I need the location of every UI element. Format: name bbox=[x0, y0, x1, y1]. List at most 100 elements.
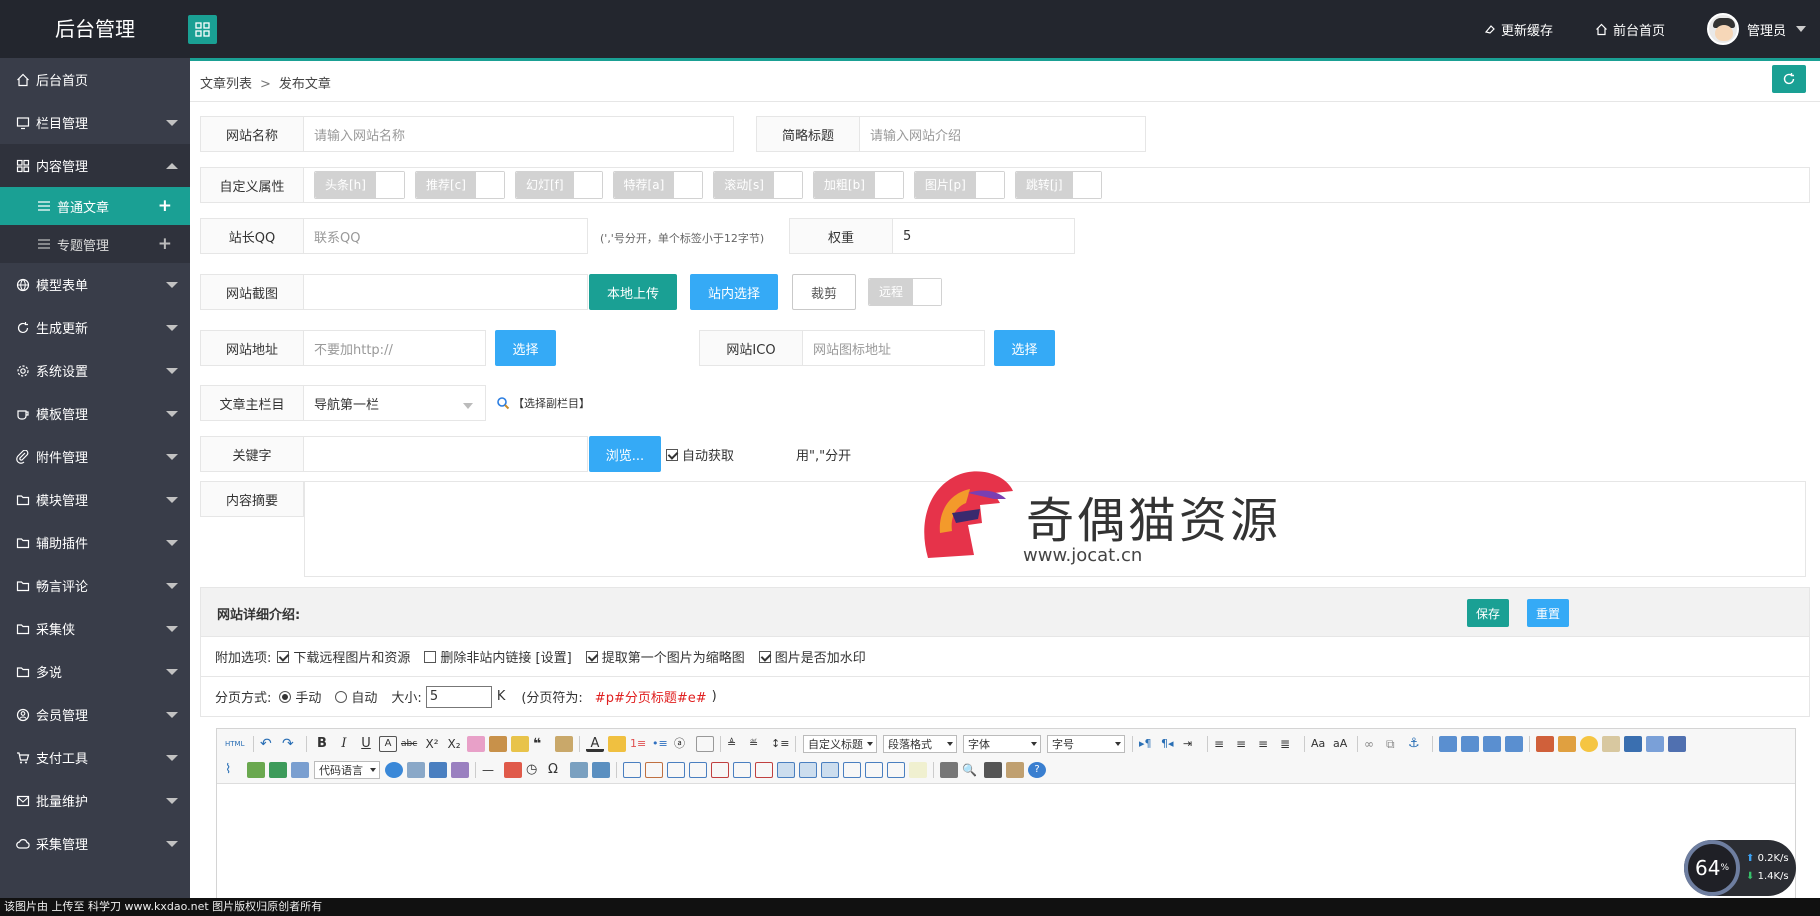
site-name-input[interactable]: 请输入网站名称 bbox=[304, 116, 734, 152]
font-family-select[interactable]: 字体 bbox=[963, 735, 1041, 753]
sidebar-item-batch[interactable]: 批量维护 bbox=[0, 779, 190, 822]
undo-icon[interactable]: ↶ bbox=[260, 736, 278, 752]
code-language-select[interactable]: 代码语言 bbox=[314, 761, 380, 779]
uppercase-icon[interactable]: Aa bbox=[1311, 736, 1329, 752]
font-color-icon[interactable]: A bbox=[586, 736, 604, 752]
download-remote-checkbox[interactable] bbox=[277, 650, 290, 663]
gmap-icon[interactable] bbox=[269, 762, 287, 778]
local-upload-button[interactable]: 本地上传 bbox=[589, 274, 677, 310]
clear-cache-link[interactable]: 更新缓存 bbox=[1484, 20, 1553, 39]
sidebar-item-columns[interactable]: 栏目管理 bbox=[0, 101, 190, 144]
web-app-icon[interactable] bbox=[385, 762, 403, 778]
scrawl-icon[interactable] bbox=[1602, 736, 1620, 752]
breadcrumb-parent[interactable]: 文章列表 bbox=[200, 77, 252, 92]
first-image-thumb-checkbox[interactable] bbox=[585, 650, 598, 663]
unordered-list-icon[interactable]: •≡ bbox=[652, 736, 670, 752]
delete-table-icon[interactable] bbox=[645, 762, 663, 778]
sidebar-subitem-articles[interactable]: 普通文章 + bbox=[0, 187, 190, 225]
plus-icon[interactable]: + bbox=[158, 234, 172, 254]
delete-row-icon[interactable] bbox=[711, 762, 729, 778]
image-right-icon[interactable] bbox=[1483, 736, 1501, 752]
eraser-icon[interactable] bbox=[467, 736, 485, 752]
flag-switch-bold[interactable]: 加粗[b] bbox=[812, 171, 904, 199]
font-border-icon[interactable]: A bbox=[379, 736, 397, 752]
link-icon[interactable]: ∞ bbox=[1364, 736, 1382, 752]
simple-upload-icon[interactable] bbox=[1536, 736, 1554, 752]
horizontal-rule-icon[interactable]: — bbox=[482, 762, 500, 778]
unlink-icon[interactable]: ⧉ bbox=[1386, 736, 1404, 752]
paging-auto-radio[interactable] bbox=[335, 690, 348, 703]
merge-down-icon[interactable] bbox=[821, 762, 839, 778]
screenshot-input[interactable] bbox=[304, 274, 588, 310]
image-left-icon[interactable] bbox=[1461, 736, 1479, 752]
weight-input[interactable]: 5 bbox=[893, 218, 1075, 254]
snapscreen-icon[interactable] bbox=[592, 762, 610, 778]
flag-switch-recommend[interactable]: 推荐[c] bbox=[414, 171, 505, 199]
insert-table-icon[interactable] bbox=[623, 762, 641, 778]
flag-switch-headline[interactable]: 头条[h] bbox=[314, 171, 405, 199]
plus-icon[interactable]: + bbox=[158, 196, 172, 216]
frontend-home-link[interactable]: 前台首页 bbox=[1595, 20, 1665, 39]
flag-switch-jump[interactable]: 跳转[j] bbox=[1014, 171, 1102, 199]
paragraph-format-select[interactable]: 段落格式 bbox=[883, 735, 957, 753]
strikethrough-icon[interactable]: abc bbox=[401, 736, 419, 752]
format-brush-icon[interactable] bbox=[489, 736, 507, 752]
lowercase-icon[interactable]: aA bbox=[1333, 736, 1351, 752]
user-menu[interactable]: 管理员 bbox=[1706, 13, 1806, 45]
underline-icon[interactable]: U bbox=[357, 736, 375, 752]
select-sub-column-link[interactable]: 【选择副栏目】 bbox=[496, 395, 590, 411]
music-icon[interactable] bbox=[1646, 736, 1664, 752]
time-icon[interactable]: ◷ bbox=[526, 762, 544, 778]
date-icon[interactable] bbox=[504, 762, 522, 778]
ico-select-button[interactable]: 选择 bbox=[994, 330, 1055, 366]
help-icon[interactable]: ? bbox=[1028, 762, 1046, 778]
sidebar-item-generate[interactable]: 生成更新 bbox=[0, 306, 190, 349]
sidebar-item-duoshuo[interactable]: 多说 bbox=[0, 650, 190, 693]
url-input[interactable]: 不要加http:// bbox=[304, 330, 486, 366]
row-spacing-bottom-icon[interactable]: ≝ bbox=[749, 736, 767, 752]
save-button[interactable]: 保存 bbox=[1467, 599, 1509, 627]
flag-switch-picture[interactable]: 图片[p] bbox=[913, 171, 1005, 199]
short-title-input[interactable]: 请输入网站介绍 bbox=[860, 116, 1146, 152]
insert-image-icon[interactable] bbox=[1558, 736, 1576, 752]
site-select-button[interactable]: 站内选择 bbox=[690, 274, 778, 310]
watermark-checkbox[interactable] bbox=[758, 650, 771, 663]
sidebar-item-plugins[interactable]: 辅助插件 bbox=[0, 521, 190, 564]
rtl-icon[interactable]: ¶◂ bbox=[1161, 736, 1179, 752]
sidebar-item-models[interactable]: 模型表单 bbox=[0, 263, 190, 306]
superscript-icon[interactable]: X² bbox=[423, 736, 441, 752]
italic-icon[interactable]: I bbox=[335, 736, 353, 752]
editor-body[interactable] bbox=[217, 784, 1795, 898]
highlight-icon[interactable] bbox=[608, 736, 626, 752]
remove-links-checkbox[interactable] bbox=[424, 650, 437, 663]
sidebar-item-content[interactable]: 内容管理 bbox=[0, 144, 190, 187]
url-select-button[interactable]: 选择 bbox=[495, 330, 556, 366]
sidebar-item-settings[interactable]: 系统设置 bbox=[0, 349, 190, 392]
sidebar-item-attachments[interactable]: 附件管理 bbox=[0, 435, 190, 478]
sidebar-item-comments[interactable]: 畅言评论 bbox=[0, 564, 190, 607]
browse-button[interactable]: 浏览... bbox=[589, 436, 661, 472]
refresh-button[interactable] bbox=[1772, 65, 1806, 93]
attachment-icon[interactable] bbox=[1668, 736, 1686, 752]
auto-keywords-option[interactable]: 自动获取 用","分开 bbox=[666, 445, 851, 464]
merge-right-icon[interactable] bbox=[799, 762, 817, 778]
menu-toggle-button[interactable] bbox=[188, 15, 217, 44]
background-icon[interactable] bbox=[451, 762, 469, 778]
ordered-list-icon[interactable]: 1≡ bbox=[630, 736, 648, 752]
subscript-icon[interactable]: X₂ bbox=[445, 736, 463, 752]
iframe-icon[interactable] bbox=[291, 762, 309, 778]
split-cols-icon[interactable] bbox=[887, 762, 905, 778]
paste-plain-icon[interactable] bbox=[555, 736, 573, 752]
line-height-icon[interactable]: ↕≡ bbox=[771, 736, 789, 752]
delete-col-icon[interactable] bbox=[755, 762, 773, 778]
anchor-icon[interactable]: ⚓ bbox=[1408, 736, 1426, 752]
sidebar-item-modules[interactable]: 模块管理 bbox=[0, 478, 190, 521]
split-cells-icon[interactable] bbox=[843, 762, 861, 778]
bold-icon[interactable]: B bbox=[313, 736, 331, 752]
flag-switch-scroll[interactable]: 滚动[s] bbox=[713, 171, 803, 199]
insert-paragraph-icon[interactable] bbox=[667, 762, 685, 778]
ico-input[interactable]: 网站图标地址 bbox=[803, 330, 985, 366]
insert-video-icon[interactable] bbox=[1624, 736, 1642, 752]
sidebar-item-collector[interactable]: 采集侠 bbox=[0, 607, 190, 650]
clear-doc-icon[interactable] bbox=[696, 736, 714, 752]
